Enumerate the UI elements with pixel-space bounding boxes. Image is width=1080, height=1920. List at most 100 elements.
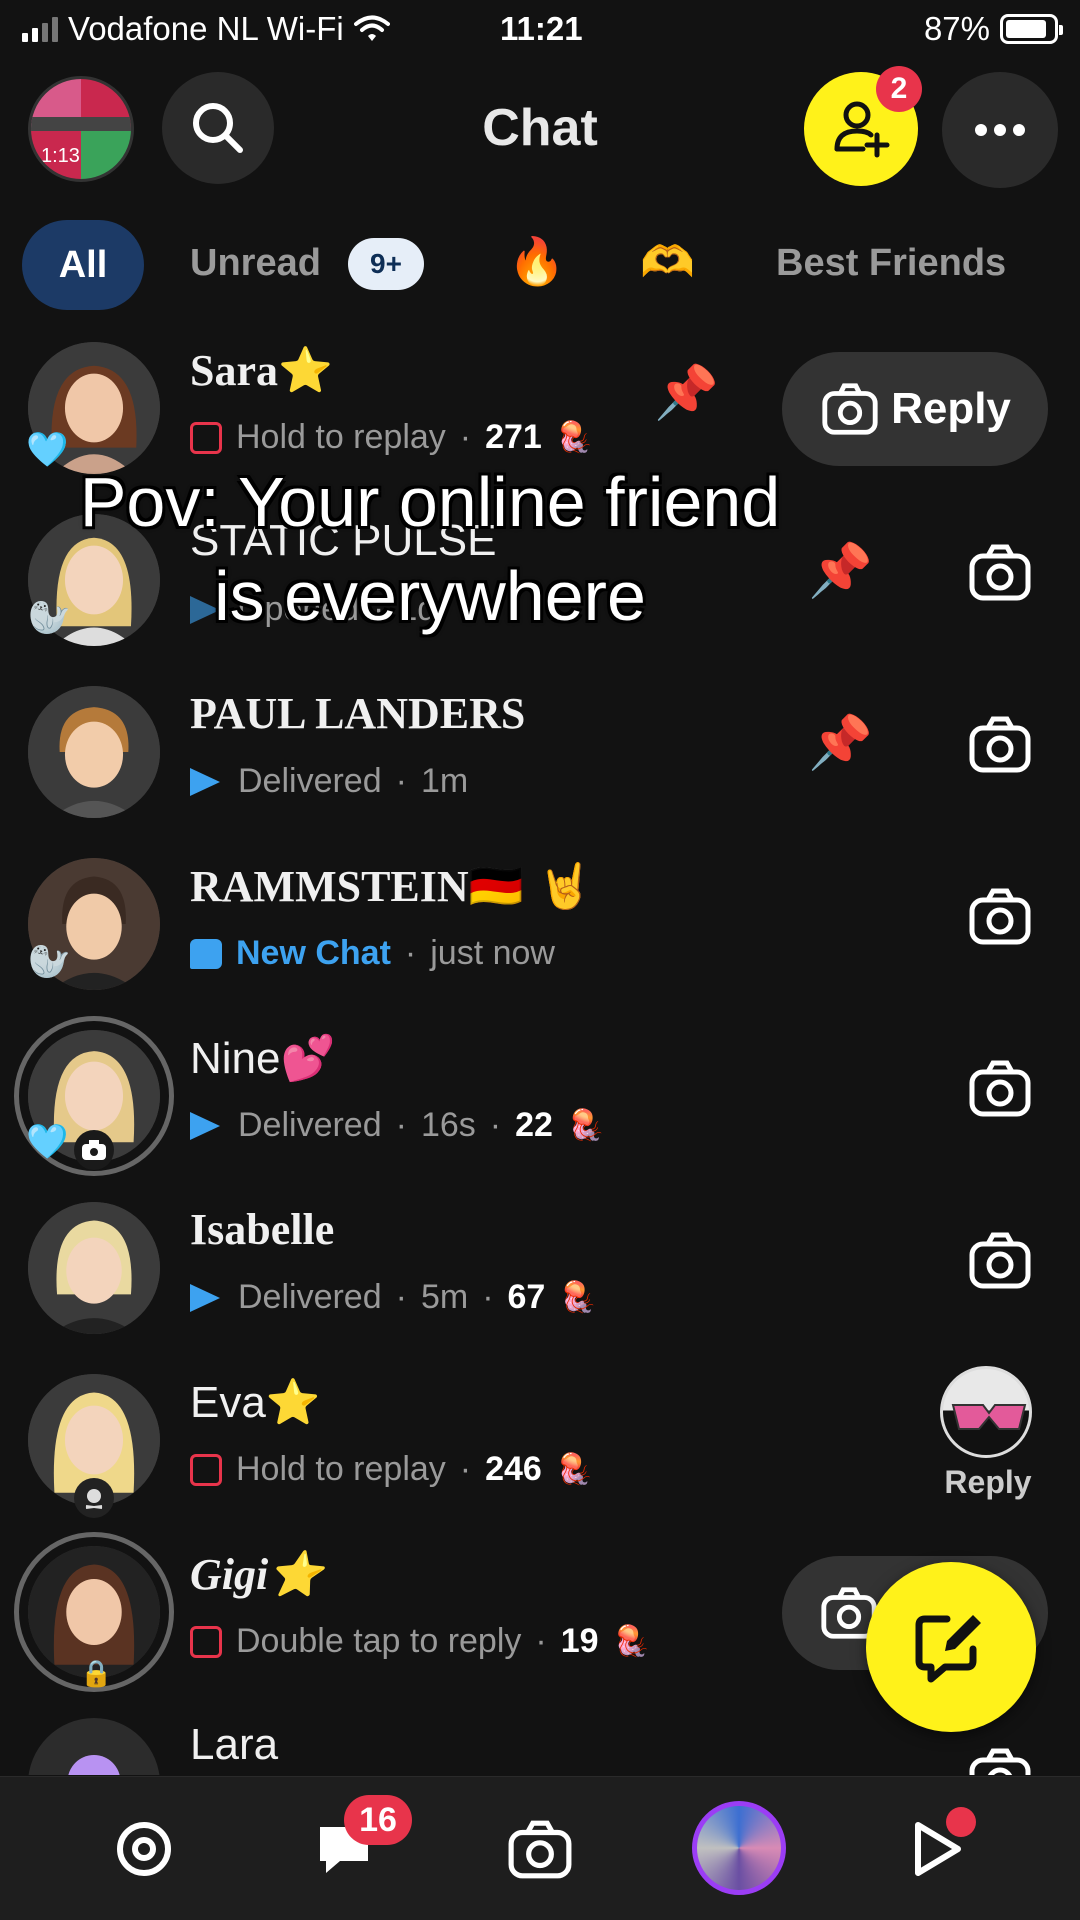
chat-status: Delivered [238, 762, 382, 800]
camera-icon[interactable] [968, 1228, 1032, 1292]
delivered-arrow-icon [190, 1283, 220, 1312]
separator: · [395, 1106, 407, 1144]
snap-thumbnail [940, 1366, 1032, 1458]
skull-badge-icon [74, 1478, 114, 1518]
snap-received-icon [190, 1453, 222, 1486]
avatar-timer: 1:13 [41, 145, 80, 167]
battery-info: 87% [924, 10, 1063, 48]
chat-status: Delivered [238, 1106, 382, 1144]
chat-name: Lara [190, 1720, 279, 1769]
streak-icon: 🪼 [555, 421, 594, 454]
signal-icon [22, 16, 58, 42]
delivered-arrow-icon [190, 767, 220, 796]
reply-label: Reply [944, 1464, 1032, 1500]
carrier-label: Vodafone NL Wi-Fi [68, 10, 344, 47]
map-icon [117, 1822, 171, 1876]
chat-status: New Chat [236, 934, 391, 972]
streak-icon: 🪼 [555, 1453, 594, 1486]
delivered-arrow-icon [190, 1111, 220, 1140]
streak-count: 271 [485, 418, 542, 456]
wifi-icon [353, 15, 390, 41]
separator: · [489, 1106, 502, 1144]
filter-bar: All Unread 9+ 🔥 🫶 Best Friends [0, 218, 1080, 310]
chat-name: PAUL LANDERS [190, 689, 526, 738]
chat-row-paul-landers[interactable]: PAUL LANDERS Delivered · 1m 📌 [0, 674, 1080, 846]
filter-best-friends[interactable]: Best Friends [776, 242, 1006, 285]
map-tab[interactable] [96, 1801, 192, 1897]
clock: 11:21 [500, 10, 583, 47]
dot-icon [994, 124, 1006, 136]
pin-icon: 📌 [654, 364, 719, 422]
separator: · [404, 934, 417, 972]
camera-icon[interactable] [968, 540, 1032, 604]
filter-unread[interactable]: Unread [190, 242, 321, 285]
bottom-nav: 16 [0, 1776, 1080, 1920]
streak-icon: 🪼 [559, 1281, 597, 1314]
streak-count: 19 [560, 1622, 599, 1660]
filter-all[interactable]: All [22, 220, 144, 310]
page-title: Chat [482, 99, 598, 157]
pin-icon: 📌 [808, 714, 873, 772]
name-emoji: 🇩🇪 🤘 [468, 861, 593, 912]
search-button[interactable] [162, 72, 274, 184]
name-emoji: ⭐ [265, 1377, 321, 1428]
filter-streaks[interactable]: 🔥 [508, 234, 565, 289]
separator: · [482, 1278, 494, 1316]
chat-time: 1m [420, 762, 469, 800]
name-emoji: 💕 [280, 1033, 336, 1084]
search-icon [193, 103, 243, 153]
camera-icon[interactable] [968, 712, 1032, 776]
status-bar: Vodafone NL Wi-Fi 11:21 87% [0, 0, 1080, 58]
name-emoji: ⭐ [268, 1549, 324, 1600]
chat-name: Eva [190, 1378, 266, 1427]
caption-line-2: is everywhere [214, 557, 646, 635]
camera-badge-icon [74, 1130, 114, 1170]
chat-status: Delivered [238, 1278, 382, 1316]
camera-icon [822, 383, 878, 435]
streak-count: 67 [507, 1278, 546, 1316]
chat-row-rammstein[interactable]: 🦭 RAMMSTEIN🇩🇪 🤘 New Chat · just now [0, 846, 1080, 1018]
avatar [28, 1718, 160, 1775]
camera-tab[interactable] [492, 1801, 588, 1897]
chat-header: 1:13 Chat 2 [0, 66, 1080, 190]
friend-heart-badge: 🩵 [26, 1123, 69, 1161]
chat-name: Sara [190, 346, 278, 395]
more-options-button[interactable] [942, 72, 1058, 188]
stories-tab[interactable] [692, 1801, 786, 1895]
streak-count: 246 [485, 1450, 542, 1488]
chat-status: Double tap to reply [236, 1622, 522, 1660]
snap-reply-button[interactable]: Reply [940, 1366, 1036, 1501]
streak-icon: 🪼 [566, 1109, 605, 1142]
add-friends-button[interactable]: 2 [804, 66, 922, 186]
chat-status: Hold to replay [236, 418, 446, 456]
chat-row-isabelle[interactable]: Isabelle Delivered · 5m · 67 🪼 [0, 1190, 1080, 1362]
camera-icon[interactable] [968, 884, 1032, 948]
separator: · [459, 418, 472, 456]
separator: · [535, 1622, 547, 1660]
reply-label: Reply [891, 384, 1011, 433]
chat-row-eva[interactable]: Eva⭐ Hold to replay · 246 🪼 Reply [0, 1362, 1080, 1534]
chat-time: 16s [420, 1106, 476, 1144]
chat-row-nine[interactable]: 🩵 Nine💕 Delivered · 16s · 22 🪼 [0, 1016, 1080, 1190]
spotlight-notification-dot [946, 1807, 976, 1837]
camera-icon[interactable] [968, 1744, 1032, 1775]
reply-button[interactable]: Reply [782, 352, 1048, 466]
camera-icon[interactable] [968, 1056, 1032, 1120]
compose-icon [915, 1615, 981, 1683]
separator: · [459, 1450, 472, 1488]
chat-time: 5m [420, 1278, 469, 1316]
chat-bubble-icon [190, 938, 222, 969]
profile-avatar[interactable]: 1:13 [28, 76, 134, 182]
battery-icon [1000, 14, 1063, 44]
separator: · [395, 762, 407, 800]
dot-icon [975, 124, 987, 136]
name-emoji: ⭐ [278, 345, 333, 396]
streak-icon: 🪼 [612, 1625, 650, 1658]
unread-count-badge: 9+ [348, 238, 424, 290]
filter-favorites[interactable]: 🫶 [640, 236, 695, 288]
overlay-caption: Pov: Your online friend is everywhere [0, 455, 860, 643]
chat-unread-badge: 16 [344, 1795, 412, 1845]
new-chat-button[interactable] [866, 1562, 1036, 1732]
separator: · [395, 1278, 407, 1316]
lock-icon: 🔒 [80, 1658, 113, 1688]
